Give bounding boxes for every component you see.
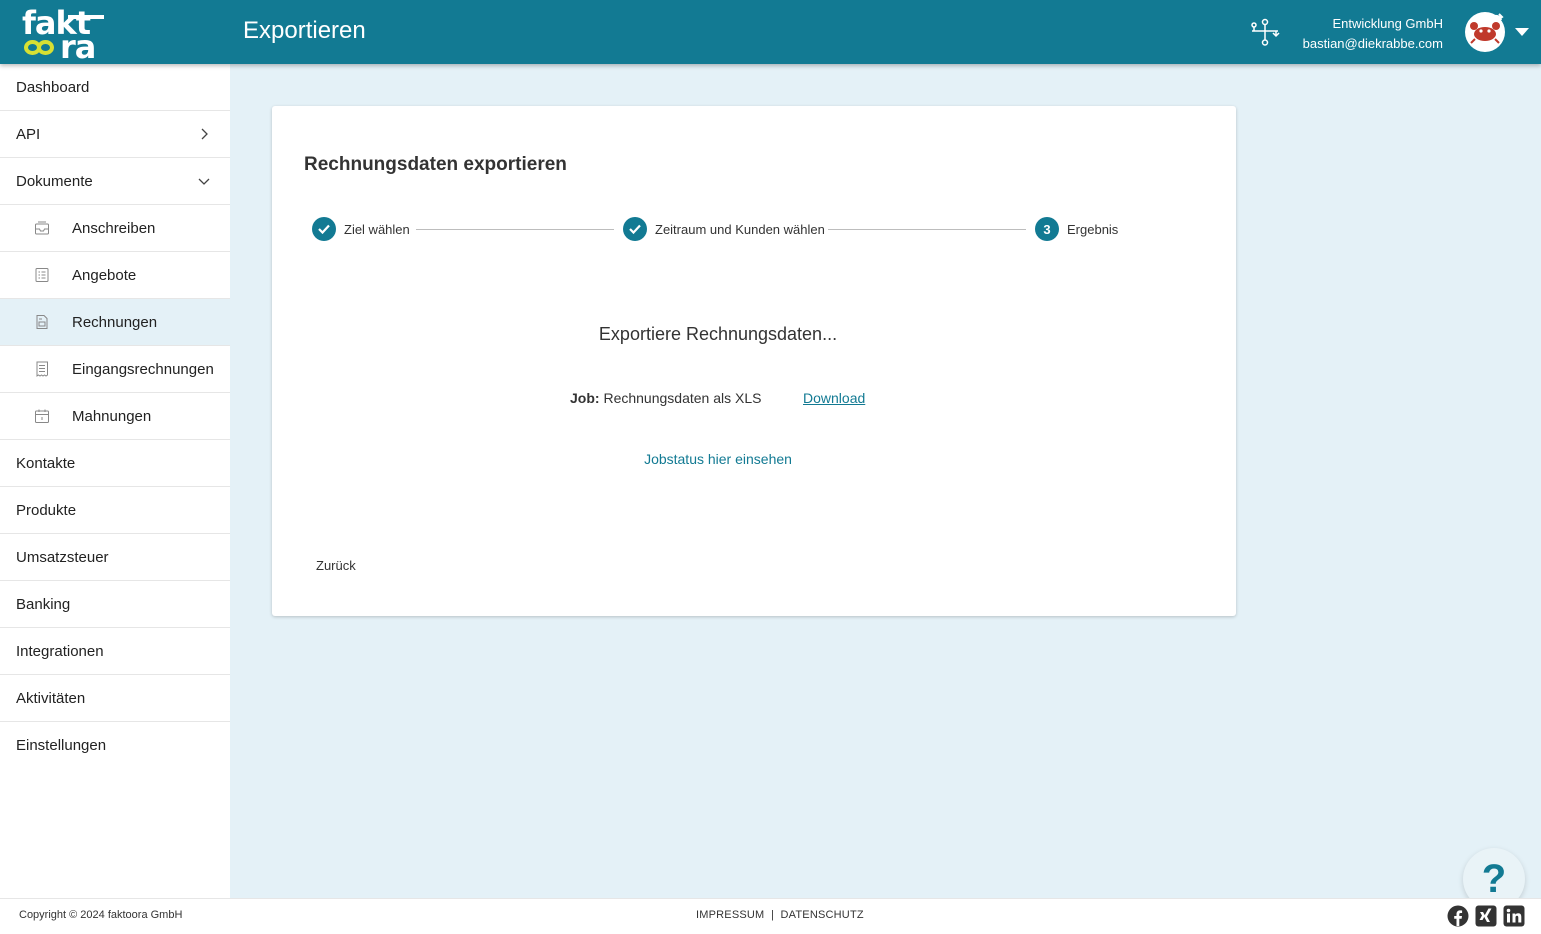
sidebar-item-label: Rechnungen xyxy=(72,313,158,331)
impressum-link[interactable]: IMPRESSUM xyxy=(696,909,764,921)
sidebar-item-label: Dokumente xyxy=(16,172,93,190)
calendar-icon xyxy=(35,409,49,423)
stepper: Ziel wählen Zeitraum und Kunden wählen 3… xyxy=(312,217,1192,241)
facebook-icon[interactable] xyxy=(1447,905,1469,927)
sidebar-item-angebote[interactable]: Angebote xyxy=(0,252,230,299)
sidebar-item-produkte[interactable]: Produkte xyxy=(0,487,230,534)
faktoora-logo[interactable]: fakt ra xyxy=(20,4,110,66)
step-label: Zeitraum und Kunden wählen xyxy=(655,221,825,237)
logo-ring-right xyxy=(37,40,54,55)
job-label: Job: xyxy=(570,390,600,406)
jobstatus-link[interactable]: Jobstatus hier einsehen xyxy=(272,451,1164,467)
inbox-icon xyxy=(35,221,49,235)
sidebar-item-label: API xyxy=(16,125,41,143)
sidebar-item-umsatzsteuer[interactable]: Umsatzsteuer xyxy=(0,534,230,581)
sidebar-item-dokumente[interactable]: Dokumente xyxy=(0,158,230,205)
back-button[interactable]: Zurück xyxy=(304,554,368,577)
sidebar-item-label: Produkte xyxy=(16,501,77,519)
footer-links: IMPRESSUM | DATENSCHUTZ xyxy=(696,909,864,921)
step-ergebnis[interactable]: 3 Ergebnis xyxy=(1035,217,1118,241)
sidebar-item-label: Mahnungen xyxy=(72,407,152,425)
page-title: Exportieren xyxy=(243,17,366,44)
sidebar-item-kontakte[interactable]: Kontakte xyxy=(0,440,230,487)
sidebar-item-banking[interactable]: Banking xyxy=(0,581,230,628)
sidebar-item-label: Eingangsrechnungen xyxy=(72,360,214,378)
company-name: Entwicklung GmbH xyxy=(1332,16,1443,31)
user-email: bastian@diekrabbe.com xyxy=(1302,36,1443,51)
crab-avatar-icon xyxy=(1470,13,1504,44)
sidebar-item-label: Angebote xyxy=(72,266,137,284)
sidebar: Dashboard API Dokumente Anschreiben Ange… xyxy=(0,64,230,898)
step-number: 3 xyxy=(1035,217,1059,241)
sidebar-item-eingangsrechnungen[interactable]: Eingangsrechnungen xyxy=(0,346,230,393)
sidebar-item-label: Einstellungen xyxy=(16,737,107,754)
step-complete-check-icon xyxy=(312,217,336,241)
sidebar-item-rechnungen[interactable]: Rechnungen xyxy=(0,299,230,346)
datenschutz-link[interactable]: DATENSCHUTZ xyxy=(781,909,864,921)
sidebar-item-label: Aktivitäten xyxy=(16,689,86,707)
linkedin-icon[interactable] xyxy=(1503,905,1525,927)
sidebar-item-integrationen[interactable]: Integrationen xyxy=(0,628,230,675)
job-row: Job: Rechnungsdaten als XLS xyxy=(570,390,761,406)
job-value: Rechnungsdaten als XLS xyxy=(603,390,762,406)
sidebar-item-label: Dashboard xyxy=(16,78,90,96)
sidebar-item-mahnungen[interactable]: Mahnungen xyxy=(0,393,230,440)
help-question-icon: ? xyxy=(1481,856,1507,901)
card-title: Rechnungsdaten exportieren xyxy=(304,154,567,175)
export-status-message: Exportiere Rechnungsdaten... xyxy=(598,324,838,344)
top-bar: fakt ra Exportieren Entwicklung GmbH bas… xyxy=(0,0,1541,66)
footer-separator: | xyxy=(770,909,774,921)
sidebar-item-dashboard[interactable]: Dashboard xyxy=(0,64,230,111)
sidebar-item-label: Integrationen xyxy=(16,642,104,660)
sidebar-item-aktivitaeten[interactable]: Aktivitäten xyxy=(0,675,230,722)
user-info[interactable]: Entwicklung GmbH bastian@diekrabbe.com xyxy=(1303,14,1443,54)
chevron-down-icon xyxy=(198,178,210,185)
avatar[interactable] xyxy=(1465,12,1505,52)
download-link[interactable]: Download xyxy=(803,390,865,406)
sidebar-item-label: Kontakte xyxy=(16,454,76,472)
list-document-icon xyxy=(35,268,49,282)
sidebar-item-label: Banking xyxy=(16,595,71,613)
chevron-right-icon xyxy=(201,128,208,140)
step-zeitraum-kunden[interactable]: Zeitraum und Kunden wählen xyxy=(623,217,825,241)
sidebar-item-label: Anschreiben xyxy=(72,219,156,237)
xing-icon[interactable] xyxy=(1475,905,1497,927)
sidebar-item-anschreiben[interactable]: Anschreiben xyxy=(0,205,230,252)
invoice-icon xyxy=(36,315,48,329)
logo-bar xyxy=(68,15,104,19)
receipt-icon xyxy=(36,361,48,377)
step-label: Ergebnis xyxy=(1067,221,1119,237)
step-connector xyxy=(416,229,614,230)
logo-text-bottom: ra xyxy=(60,28,96,66)
user-menu-caret-icon[interactable] xyxy=(1515,28,1529,36)
step-complete-check-icon xyxy=(623,217,647,241)
footer: Copyright © 2024 faktoora GmbH IMPRESSUM… xyxy=(0,898,1541,934)
sidebar-item-label: Umsatzsteuer xyxy=(16,548,109,566)
step-ziel-waehlen[interactable]: Ziel wählen xyxy=(312,217,410,241)
export-card: Rechnungsdaten exportieren Ziel wählen Z… xyxy=(272,106,1236,616)
copyright-text: Copyright © 2024 faktoora GmbH xyxy=(19,909,183,921)
sidebar-item-einstellungen[interactable]: Einstellungen xyxy=(0,722,230,769)
step-connector xyxy=(828,229,1026,230)
sidebar-item-api[interactable]: API xyxy=(0,111,230,158)
step-label: Ziel wählen xyxy=(344,221,410,237)
organization-tree-icon[interactable] xyxy=(1249,18,1281,46)
